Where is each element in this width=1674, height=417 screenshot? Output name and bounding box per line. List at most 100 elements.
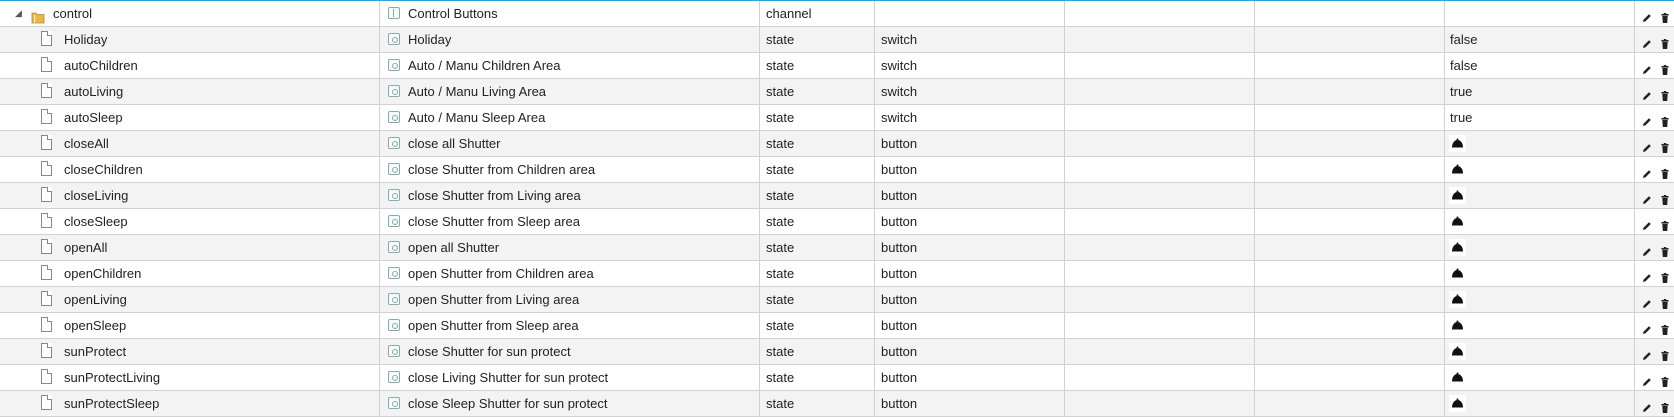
object-name: Auto / Manu Sleep Area bbox=[408, 110, 546, 125]
state-type-icon bbox=[388, 33, 400, 45]
tree-row-state[interactable]: openAll open all Shutter state button bbox=[0, 235, 1674, 261]
state-type-icon bbox=[388, 319, 400, 331]
tree-row-state[interactable]: autoChildren Auto / Manu Children Area sta… bbox=[0, 53, 1674, 79]
tree-row-state[interactable]: openLiving open Shutter from Living area s… bbox=[0, 287, 1674, 313]
trash-icon[interactable] bbox=[1659, 267, 1671, 283]
tree-row-state[interactable]: closeChildren close Shutter from Children… bbox=[0, 157, 1674, 183]
tree-row-state[interactable]: autoSleep Auto / Manu Sleep Area state swit… bbox=[0, 105, 1674, 131]
actions-cell bbox=[1635, 287, 1674, 312]
tree-row-state[interactable]: openChildren open Shutter from Children a… bbox=[0, 261, 1674, 287]
pencil-icon[interactable] bbox=[1641, 85, 1653, 100]
object-id: sunProtectLiving bbox=[64, 370, 161, 385]
file-icon bbox=[41, 265, 52, 280]
value-cell bbox=[1445, 157, 1635, 182]
bell-icon[interactable] bbox=[1449, 239, 1466, 256]
tree-row-state[interactable]: closeLiving close Shutter from Living are… bbox=[0, 183, 1674, 209]
trash-icon[interactable] bbox=[1659, 371, 1671, 387]
trash-icon[interactable] bbox=[1659, 397, 1671, 413]
pencil-icon[interactable] bbox=[1641, 111, 1653, 126]
function-cell bbox=[1255, 53, 1445, 78]
role-cell: switch bbox=[875, 105, 1065, 130]
tree-row-state[interactable]: autoLiving Auto / Manu Living Area state sw… bbox=[0, 79, 1674, 105]
pencil-icon[interactable] bbox=[1641, 33, 1653, 48]
actions-cell bbox=[1635, 365, 1674, 390]
actions-cell bbox=[1635, 339, 1674, 364]
id-cell: Holiday bbox=[0, 27, 380, 52]
trash-icon[interactable] bbox=[1659, 111, 1671, 127]
tree-row-state[interactable]: sunProtectLiving close Living Shutter for… bbox=[0, 365, 1674, 391]
pencil-icon[interactable] bbox=[1641, 59, 1653, 74]
bell-icon[interactable] bbox=[1449, 291, 1466, 308]
value-cell bbox=[1445, 339, 1635, 364]
collapse-toggle-icon[interactable]: ◢ bbox=[15, 1, 22, 26]
trash-icon[interactable] bbox=[1659, 33, 1671, 49]
name-cell: close all Shutter bbox=[380, 131, 760, 156]
tree-row-state[interactable]: Holiday Holiday state switch false bbox=[0, 27, 1674, 53]
bell-icon[interactable] bbox=[1449, 187, 1466, 204]
object-name: Holiday bbox=[408, 32, 452, 47]
bell-icon[interactable] bbox=[1449, 161, 1466, 178]
pencil-icon[interactable] bbox=[1641, 319, 1653, 334]
id-cell: sunProtectSleep bbox=[0, 391, 380, 416]
file-icon bbox=[41, 239, 52, 254]
value-cell bbox=[1445, 1, 1635, 26]
trash-icon[interactable] bbox=[1659, 163, 1671, 179]
tree-row-state[interactable]: sunProtect close Shutter for sun protect s… bbox=[0, 339, 1674, 365]
tree-row-state[interactable]: openSleep open Shutter from Sleep area sta… bbox=[0, 313, 1674, 339]
bell-icon[interactable] bbox=[1449, 395, 1466, 412]
pencil-icon[interactable] bbox=[1641, 215, 1653, 230]
function-cell bbox=[1255, 79, 1445, 104]
file-icon bbox=[41, 161, 52, 176]
pencil-icon[interactable] bbox=[1641, 293, 1653, 308]
id-cell: closeChildren bbox=[0, 157, 380, 182]
trash-icon[interactable] bbox=[1659, 137, 1671, 153]
object-id: closeLiving bbox=[64, 188, 129, 203]
bell-icon[interactable] bbox=[1449, 135, 1466, 152]
trash-icon[interactable] bbox=[1659, 215, 1671, 231]
file-icon bbox=[41, 135, 52, 150]
pencil-icon[interactable] bbox=[1641, 189, 1653, 204]
trash-icon[interactable] bbox=[1659, 189, 1671, 205]
tree-row-channel[interactable]: ◢ control Control Buttons channel bbox=[0, 1, 1674, 27]
trash-icon[interactable] bbox=[1659, 319, 1671, 335]
function-cell bbox=[1255, 209, 1445, 234]
function-cell bbox=[1255, 313, 1445, 338]
bell-icon[interactable] bbox=[1449, 343, 1466, 360]
tree-row-state[interactable]: sunProtectSleep close Sleep Shutter for s… bbox=[0, 391, 1674, 417]
trash-icon[interactable] bbox=[1659, 59, 1671, 75]
pencil-icon[interactable] bbox=[1641, 163, 1653, 178]
name-cell: close Shutter from Sleep area bbox=[380, 209, 760, 234]
pencil-icon[interactable] bbox=[1641, 371, 1653, 386]
bell-icon[interactable] bbox=[1449, 369, 1466, 386]
room-cell bbox=[1065, 287, 1255, 312]
id-cell: openLiving bbox=[0, 287, 380, 312]
room-cell bbox=[1065, 261, 1255, 286]
pencil-icon[interactable] bbox=[1641, 241, 1653, 256]
type-cell: state bbox=[760, 105, 875, 130]
pencil-icon[interactable] bbox=[1641, 267, 1653, 282]
tree-row-state[interactable]: closeAll close all Shutter state button bbox=[0, 131, 1674, 157]
trash-icon[interactable] bbox=[1659, 7, 1671, 23]
bell-icon[interactable] bbox=[1449, 265, 1466, 282]
pencil-icon[interactable] bbox=[1641, 137, 1653, 152]
trash-icon[interactable] bbox=[1659, 85, 1671, 101]
object-name: close Shutter from Living area bbox=[408, 188, 581, 203]
name-cell: Auto / Manu Sleep Area bbox=[380, 105, 760, 130]
name-cell: close Sleep Shutter for sun protect bbox=[380, 391, 760, 416]
state-type-icon bbox=[388, 267, 400, 279]
type-cell: state bbox=[760, 79, 875, 104]
trash-icon[interactable] bbox=[1659, 345, 1671, 361]
id-cell: ◢ control bbox=[0, 1, 380, 26]
bell-icon[interactable] bbox=[1449, 213, 1466, 230]
room-cell bbox=[1065, 1, 1255, 26]
pencil-icon[interactable] bbox=[1641, 397, 1653, 412]
value-cell bbox=[1445, 235, 1635, 260]
trash-icon[interactable] bbox=[1659, 241, 1671, 257]
pencil-icon[interactable] bbox=[1641, 345, 1653, 360]
tree-row-state[interactable]: closeSleep close Shutter from Sleep area s… bbox=[0, 209, 1674, 235]
file-icon bbox=[41, 187, 52, 202]
trash-icon[interactable] bbox=[1659, 293, 1671, 309]
bell-icon[interactable] bbox=[1449, 317, 1466, 334]
pencil-icon[interactable] bbox=[1641, 7, 1653, 22]
type-cell: state bbox=[760, 131, 875, 156]
